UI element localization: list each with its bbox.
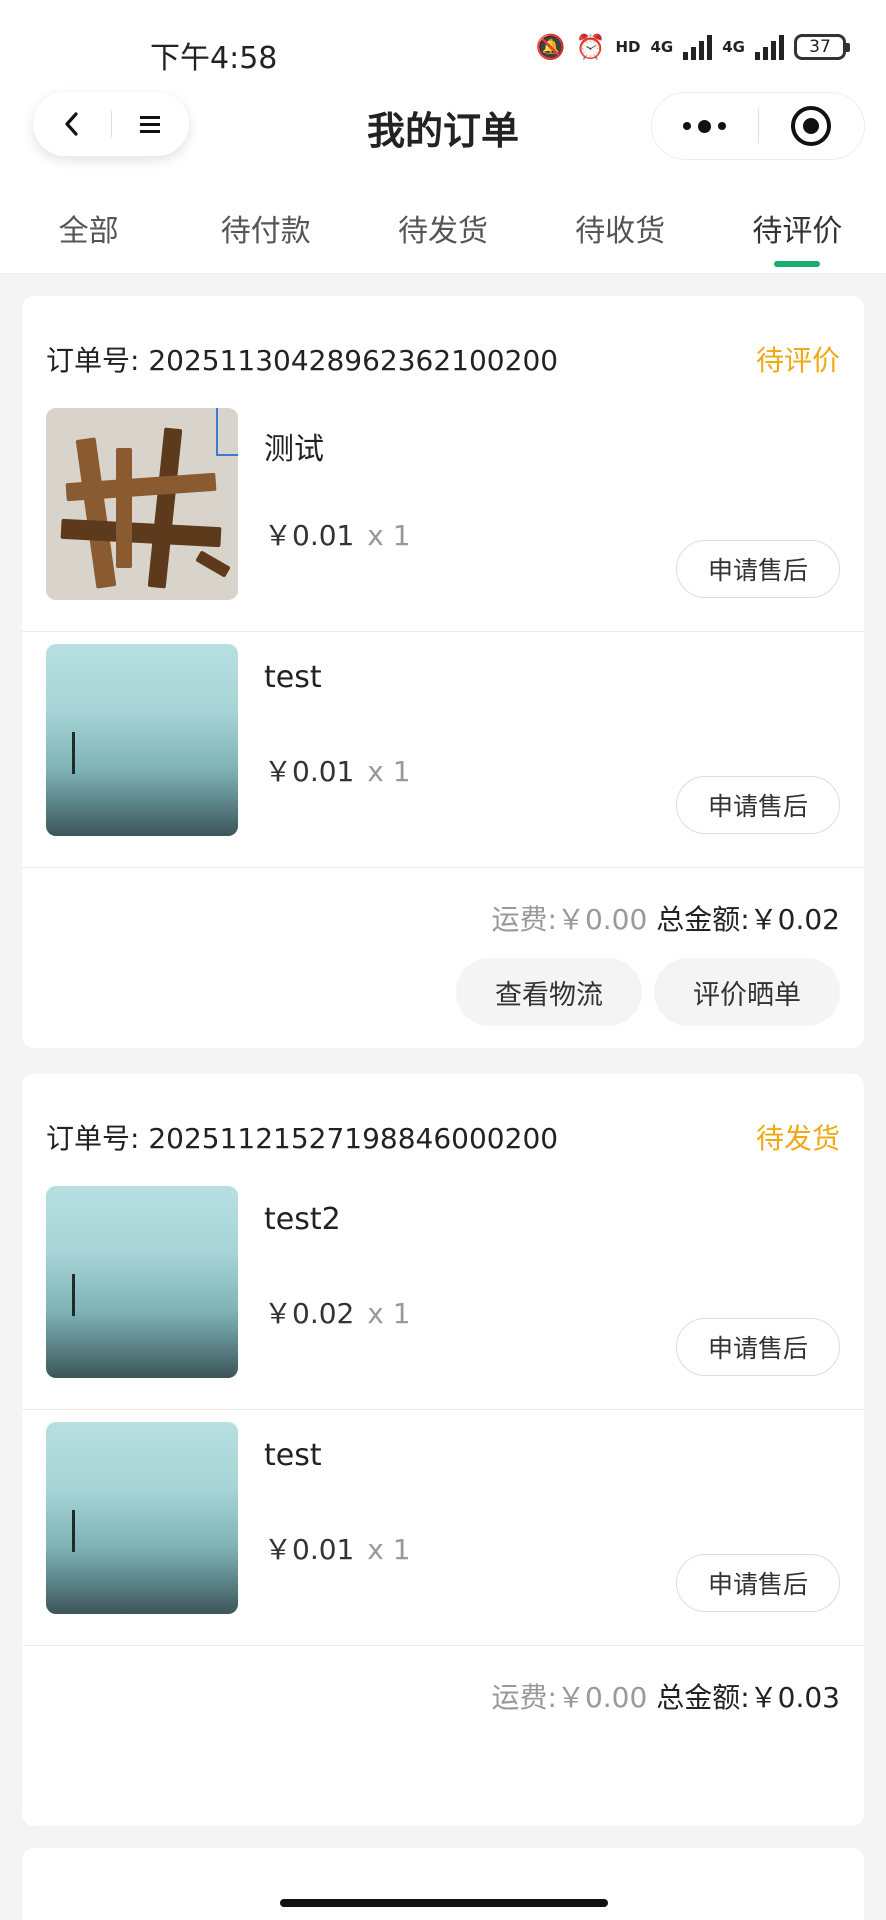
order-summary: 运费:￥0.00 总金额:￥0.03	[492, 1676, 841, 1716]
tab-pending-receipt[interactable]: 待收货	[532, 198, 709, 273]
product-qty: x 1	[367, 1297, 411, 1330]
tab-pending-payment[interactable]: 待付款	[177, 198, 354, 273]
tab-underline	[774, 261, 821, 267]
order-item[interactable]: test ￥0.01 x 1 申请售后	[22, 1410, 864, 1646]
close-button[interactable]	[759, 93, 865, 159]
signal-icon	[683, 34, 713, 60]
total-value: ￥0.02	[749, 903, 840, 936]
order-status: 待评价	[755, 344, 840, 377]
order-header: 订单号: 20251121527198846000200 待发货	[22, 1074, 864, 1174]
order-card: 订单号: 20251121527198846000200 待发货 test2 ￥…	[22, 1074, 864, 1826]
price-line: ￥0.01 x 1	[264, 514, 411, 554]
nav-capsule-right	[651, 92, 865, 160]
next-order-card	[22, 1848, 864, 1920]
price-line: ￥0.01 x 1	[264, 750, 411, 790]
order-tabs: 全部 待付款 待发货 待收货 待评价	[0, 198, 886, 274]
product-image	[46, 408, 238, 600]
product-price: ￥0.02	[264, 1297, 355, 1330]
order-status: 待发货	[755, 1122, 840, 1155]
status-time: 下午4:58	[150, 41, 278, 76]
target-circle-icon	[791, 106, 832, 146]
tab-label: 待收货	[575, 214, 666, 249]
apply-after-sale-button[interactable]: 申请售后	[676, 1554, 840, 1612]
more-button[interactable]	[652, 93, 758, 159]
product-qty: x 1	[367, 755, 411, 788]
total-label: 总金额:	[656, 903, 750, 936]
product-image	[46, 1186, 238, 1378]
battery-level: 37	[809, 37, 831, 57]
tab-pending-shipment[interactable]: 待发货	[354, 198, 531, 273]
tab-all[interactable]: 全部	[0, 198, 177, 273]
product-name: test	[264, 1438, 322, 1473]
shipping-fee-value: ￥0.00	[556, 903, 648, 936]
review-button[interactable]: 评价晒单	[654, 958, 840, 1026]
home-indicator[interactable]	[280, 1899, 608, 1907]
product-image	[46, 644, 238, 836]
order-item[interactable]: test2 ￥0.02 x 1 申请售后	[22, 1174, 864, 1410]
apply-after-sale-button[interactable]: 申请售后	[676, 1318, 840, 1376]
product-name: test2	[264, 1202, 341, 1237]
order-number: 订单号: 20251121527198846000200	[46, 1122, 559, 1155]
more-dots-icon	[683, 119, 727, 133]
alarm-icon: ⏰	[575, 33, 606, 61]
tab-label: 待付款	[220, 214, 311, 249]
order-header: 订单号: 20251130428962362100200 待评价	[22, 296, 864, 396]
mute-bell-icon: 🔕	[535, 33, 566, 61]
network-label: 4G	[650, 37, 674, 56]
signal-icon-2	[755, 34, 784, 60]
product-price: ￥0.01	[264, 519, 355, 552]
product-image	[46, 1422, 238, 1614]
product-name: test	[264, 660, 322, 695]
total-value: ￥0.03	[749, 1681, 840, 1714]
tab-pending-review[interactable]: 待评价	[709, 198, 886, 273]
price-line: ￥0.01 x 1	[264, 1528, 411, 1568]
status-icons: 🔕 ⏰ HD 4G 4G 37	[535, 33, 850, 61]
price-line: ￥0.02 x 1	[264, 1292, 411, 1332]
shipping-fee-label: 运费:	[491, 1681, 557, 1714]
product-price: ￥0.01	[264, 1533, 355, 1566]
apply-after-sale-button[interactable]: 申请售后	[676, 540, 840, 598]
order-item[interactable]: 测试 ￥0.01 x 1 申请售后	[22, 396, 864, 632]
order-number: 订单号: 20251130428962362100200	[46, 344, 559, 377]
product-qty: x 1	[367, 1533, 411, 1566]
total-label: 总金额:	[656, 1681, 750, 1714]
network-label-2: 4G	[722, 37, 745, 56]
product-name: 测试	[264, 432, 324, 467]
product-price: ￥0.01	[264, 755, 355, 788]
tab-label: 待评价	[752, 214, 843, 249]
order-summary: 运费:￥0.00 总金额:￥0.02	[492, 898, 841, 938]
apply-after-sale-button[interactable]: 申请售后	[676, 776, 840, 834]
tab-label: 待发货	[397, 214, 488, 249]
hd-label: HD	[615, 37, 641, 56]
shipping-fee-label: 运费:	[491, 903, 557, 936]
shipping-fee-value: ￥0.00	[556, 1681, 648, 1714]
product-qty: x 1	[367, 519, 411, 552]
order-card: 订单号: 20251130428962362100200 待评价 测试 ￥0.0…	[22, 296, 864, 1048]
view-logistics-button[interactable]: 查看物流	[456, 958, 642, 1026]
battery-icon: 37	[794, 34, 850, 60]
tab-label: 全部	[58, 214, 119, 249]
order-item[interactable]: test ￥0.01 x 1 申请售后	[22, 632, 864, 868]
